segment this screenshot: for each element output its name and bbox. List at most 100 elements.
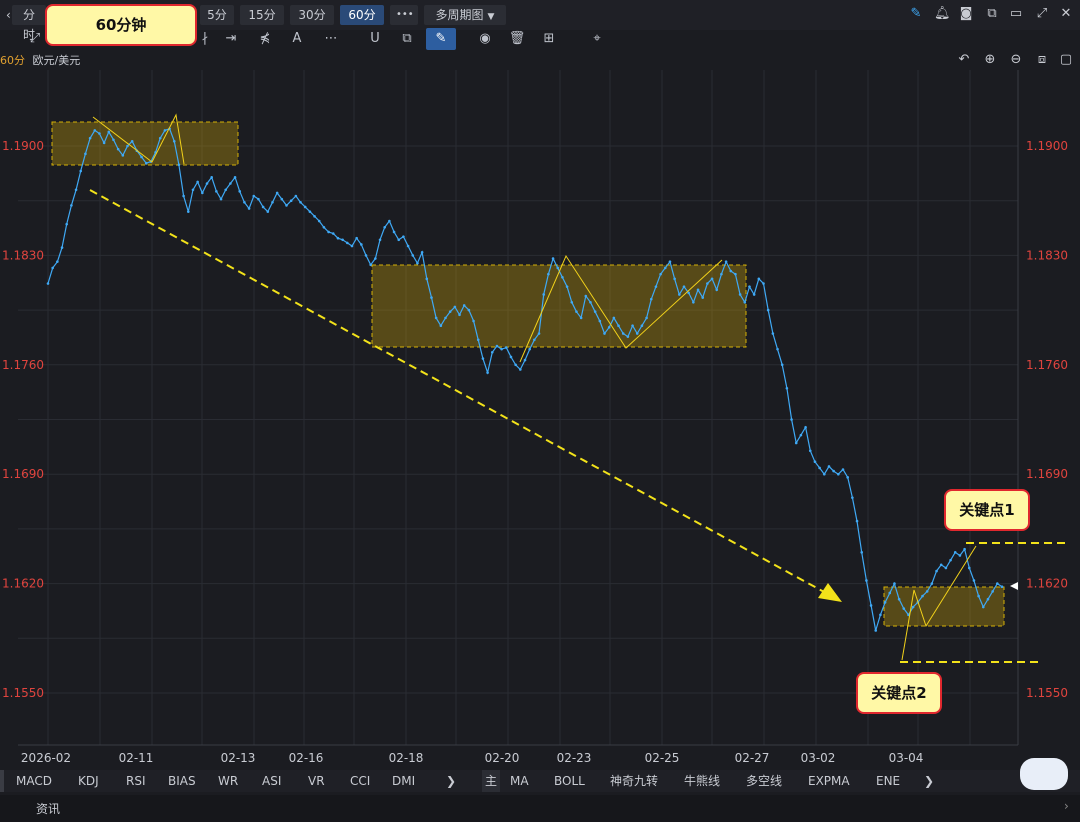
price-point	[794, 441, 798, 445]
price-point	[939, 563, 943, 567]
price-point	[196, 180, 199, 184]
price-point	[528, 347, 531, 351]
price-point	[547, 272, 550, 276]
price-point	[575, 310, 578, 313]
price-point	[682, 285, 686, 288]
indicator-vr[interactable]: VR	[308, 770, 325, 792]
price-point	[837, 472, 840, 476]
y-tick-label-right: 1.1550	[1026, 686, 1068, 700]
price-point	[238, 190, 242, 193]
main-indicator-toggle[interactable]: 主	[482, 770, 500, 792]
price-point	[402, 235, 405, 238]
price-point	[93, 129, 97, 132]
x-axis: 2026-02 02-11 02-13 02-16 02-18 02-20 02-23 02-…	[21, 751, 924, 765]
price-point	[201, 191, 204, 195]
price-point	[692, 300, 695, 304]
price-point	[808, 449, 812, 453]
x-tick-label: 02-16	[289, 751, 324, 765]
price-point	[804, 426, 807, 429]
price-point	[472, 319, 475, 323]
price-point	[425, 277, 429, 281]
price-point	[649, 297, 653, 301]
ime-badge-icon[interactable]	[1020, 758, 1068, 790]
price-point	[275, 191, 279, 195]
chevron-right-icon[interactable]: ❯	[924, 770, 934, 792]
price-point	[252, 194, 256, 198]
price-point	[467, 308, 471, 312]
indicator-ma[interactable]: MA	[510, 770, 529, 792]
price-point	[65, 222, 69, 226]
price-point	[210, 175, 213, 179]
price-point	[570, 300, 574, 304]
price-point	[416, 261, 419, 265]
price-point	[182, 194, 185, 198]
indicator-td9[interactable]: 神奇九转	[610, 770, 658, 792]
price-point	[331, 232, 335, 235]
indicator-bias[interactable]: BIAS	[168, 770, 196, 792]
y-tick-label-right: 1.1900	[1026, 139, 1068, 153]
price-point	[654, 285, 658, 288]
price-point	[280, 197, 284, 201]
price-point	[865, 579, 868, 582]
indicator-wr[interactable]: WR	[218, 770, 238, 792]
indicator-ene[interactable]: ENE	[876, 770, 900, 792]
price-point	[98, 132, 101, 135]
indicator-asi[interactable]: ASI	[262, 770, 281, 792]
price-point	[888, 591, 892, 595]
price-point	[720, 272, 723, 276]
consolidation-zone	[371, 264, 747, 348]
chevron-right-icon[interactable]: ›	[1064, 799, 1069, 813]
price-line	[47, 128, 1003, 631]
price-point	[851, 496, 854, 499]
indicator-bull-bear[interactable]: 牛熊线	[684, 770, 720, 792]
price-point	[271, 200, 274, 204]
price-point	[289, 199, 293, 202]
price-point	[832, 469, 835, 473]
price-point	[430, 296, 433, 299]
price-point	[944, 566, 948, 570]
price-point	[874, 629, 878, 632]
trend-arrow	[89, 189, 842, 602]
price-point	[897, 597, 901, 601]
indicator-cci[interactable]: CCI	[350, 770, 370, 792]
price-point	[112, 138, 115, 142]
indicator-dmi[interactable]: DMI	[392, 770, 415, 792]
price-chart[interactable]: 1.1900 1.1830 1.1760 1.1690 1.1620 1.1550 1.1…	[0, 0, 1080, 770]
indicator-edge	[0, 770, 4, 792]
price-point	[738, 293, 742, 296]
chart-grid	[18, 70, 1019, 746]
price-point	[294, 194, 298, 198]
price-point	[607, 325, 611, 329]
price-point	[116, 147, 120, 151]
price-point	[140, 155, 143, 159]
indicator-expma[interactable]: EXPMA	[808, 770, 850, 792]
trend-line	[89, 189, 827, 594]
price-point	[261, 205, 265, 209]
price-point	[46, 282, 50, 285]
price-point	[224, 188, 228, 192]
price-point	[177, 163, 181, 167]
price-point	[514, 363, 517, 367]
price-point	[229, 182, 232, 185]
price-point	[542, 293, 546, 296]
price-point	[621, 332, 625, 335]
indicator-boll[interactable]: BOLL	[554, 770, 585, 792]
price-point	[411, 254, 415, 257]
price-point	[762, 282, 765, 285]
price-point	[476, 338, 480, 342]
price-point	[374, 257, 377, 260]
price-point	[191, 188, 195, 192]
price-point	[752, 293, 756, 296]
price-point	[734, 272, 737, 276]
price-point	[710, 277, 714, 281]
y-tick-label-left: 1.1830	[2, 248, 44, 262]
indicator-kdj[interactable]: KDJ	[78, 770, 99, 792]
indicator-long-short[interactable]: 多空线	[746, 770, 782, 792]
chevron-right-icon[interactable]: ❯	[446, 770, 456, 792]
indicator-rsi[interactable]: RSI	[126, 770, 146, 792]
price-point	[79, 169, 83, 173]
indicator-macd[interactable]: MACD	[16, 770, 52, 792]
price-point	[317, 219, 321, 223]
price-point	[766, 308, 770, 312]
news-tab[interactable]: 资讯	[36, 800, 60, 817]
